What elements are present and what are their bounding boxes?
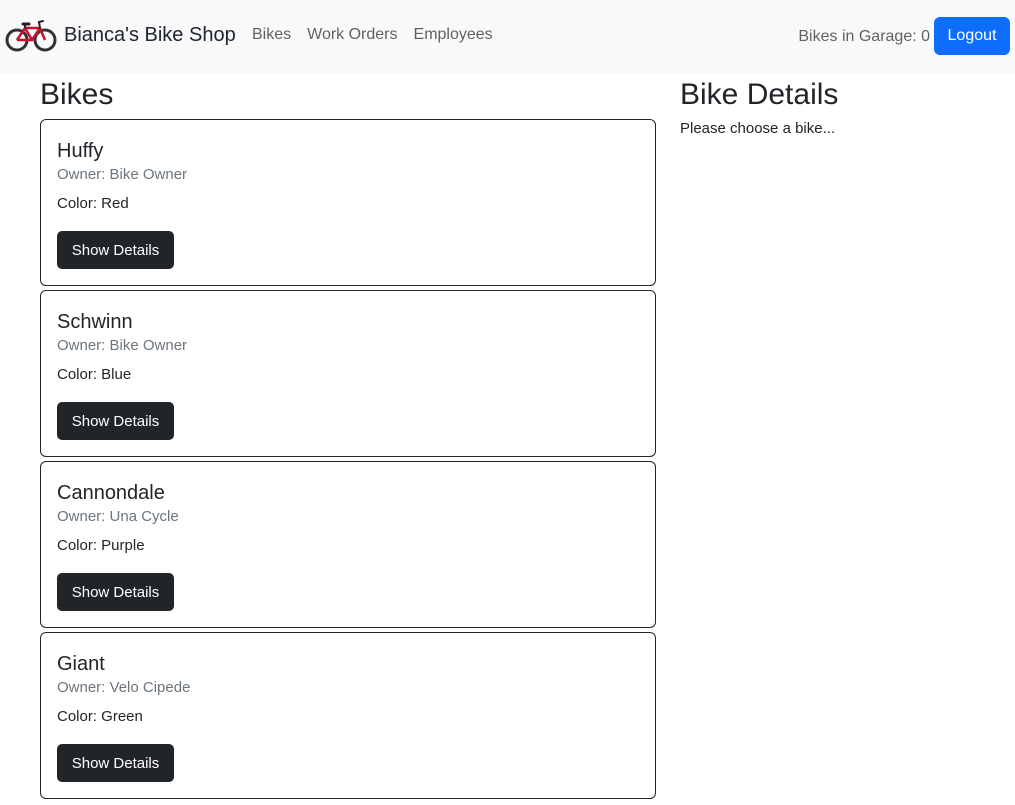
bike-details-section: Bike Details Please choose a bike... <box>680 78 1000 139</box>
bike-details-heading: Bike Details <box>680 78 839 111</box>
logout-button[interactable]: Logout <box>934 17 1010 55</box>
bikes-list-section: Bikes Huffy Owner: Bike Owner Color: Red… <box>40 78 656 803</box>
nav-links: Bikes Work Orders Employees <box>244 26 501 44</box>
bike-color: Color: Purple <box>57 537 145 554</box>
bike-color: Color: Blue <box>57 366 132 383</box>
bike-owner: Owner: Bike Owner <box>57 337 188 354</box>
navbar: Bianca's Bike Shop Bikes Work Orders Emp… <box>0 0 1015 74</box>
bike-card: Schwinn Owner: Bike Owner Color: Blue Sh… <box>40 290 656 457</box>
bike-owner: Owner: Una Cycle <box>57 508 179 525</box>
brand-link[interactable]: Bianca's Bike Shop <box>5 15 236 55</box>
bike-name: Huffy <box>57 140 104 162</box>
bike-card: Giant Owner: Velo Cipede Color: Green Sh… <box>40 632 656 799</box>
show-details-button[interactable]: Show Details <box>57 231 174 269</box>
bike-color: Color: Red <box>57 195 129 212</box>
brand-name: Bianca's Bike Shop <box>64 23 236 46</box>
bike-owner: Owner: Velo Cipede <box>57 679 191 696</box>
details-placeholder-text: Please choose a bike... <box>680 120 836 137</box>
show-details-button[interactable]: Show Details <box>57 402 174 440</box>
nav-link-bikes[interactable]: Bikes <box>244 26 299 44</box>
bike-name: Cannondale <box>57 482 165 504</box>
nav-link-employees[interactable]: Employees <box>406 26 501 44</box>
bike-color: Color: Green <box>57 708 143 725</box>
bikes-heading: Bikes <box>40 78 114 111</box>
show-details-button[interactable]: Show Details <box>57 573 174 611</box>
bike-card: Huffy Owner: Bike Owner Color: Red Show … <box>40 119 656 286</box>
bike-owner: Owner: Bike Owner <box>57 166 188 183</box>
garage-count: Bikes in Garage: 0 <box>798 28 930 45</box>
show-details-button[interactable]: Show Details <box>57 744 174 782</box>
bike-card: Cannondale Owner: Una Cycle Color: Purpl… <box>40 461 656 628</box>
bicycle-icon <box>5 20 57 52</box>
nav-link-work-orders[interactable]: Work Orders <box>299 26 405 44</box>
bike-name: Schwinn <box>57 311 133 333</box>
bike-name: Giant <box>57 653 105 675</box>
